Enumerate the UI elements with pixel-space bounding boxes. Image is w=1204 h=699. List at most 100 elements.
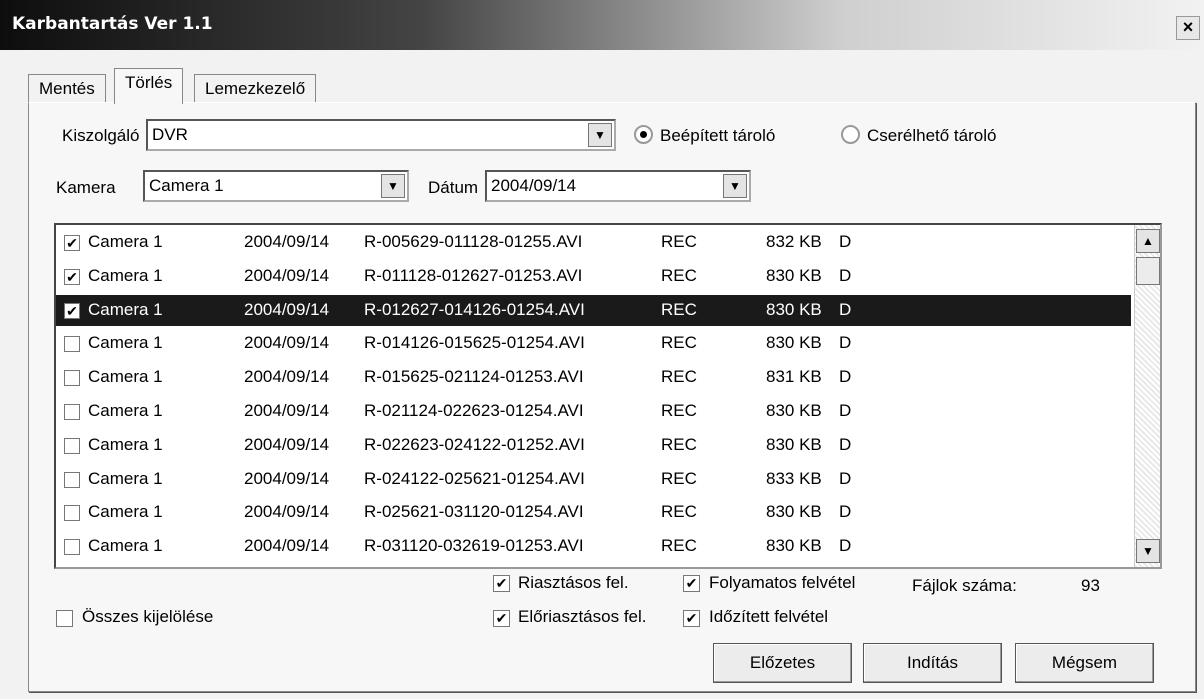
alarm-recording-checkbox[interactable]: ✔ <box>493 575 510 592</box>
chevron-down-icon[interactable]: ▼ <box>588 123 612 147</box>
cell-name: R-005629-011128-01255.AVI <box>364 232 583 251</box>
cell-flag: D <box>839 502 852 522</box>
row-checkbox[interactable] <box>64 437 80 454</box>
cell-name: R-024122-025621-01254.AVI <box>364 468 585 488</box>
scroll-up-arrow-icon[interactable]: ▲ <box>1136 229 1160 253</box>
cell-name: R-011128-012627-01253.AVI <box>364 265 583 285</box>
cell-size: 830 KB <box>766 333 822 353</box>
camera-label: Kamera <box>56 178 116 197</box>
cell-date: 2004/09/14 <box>244 468 330 488</box>
table-row[interactable]: Camera 1 2004/09/14 R-014126-015625-01254.… <box>56 328 1131 359</box>
file-count-value: 93 <box>1081 576 1100 595</box>
select-all-label[interactable]: Összes kijelölése <box>82 607 213 627</box>
row-checkbox[interactable] <box>64 539 80 556</box>
cell-size: 831 KB <box>766 367 822 387</box>
cell-size: 830 KB <box>766 502 822 522</box>
cell-type: REC <box>661 502 697 522</box>
builtin-storage-label[interactable]: Beépített tároló <box>660 126 775 146</box>
tab-torles[interactable]: Törlés <box>114 68 184 104</box>
start-button[interactable]: Indítás <box>863 643 1002 683</box>
camera-value: Camera 1 <box>149 176 224 195</box>
chevron-down-icon[interactable]: ▼ <box>723 174 747 198</box>
cell-type: REC <box>661 265 697 285</box>
cell-date: 2004/09/14 <box>244 536 330 556</box>
cell-camera: Camera 1 <box>88 333 163 353</box>
continuous-recording-label[interactable]: Folyamatos felvétel <box>709 573 855 593</box>
cell-date: 2004/09/14 <box>244 299 330 319</box>
row-checkbox[interactable] <box>64 505 80 522</box>
cell-type: REC <box>661 333 697 353</box>
cell-camera: Camera 1 <box>88 536 163 556</box>
cell-date: 2004/09/14 <box>244 367 330 387</box>
tab-lemezkezelo[interactable]: Lemezkezelő <box>194 74 317 103</box>
cell-name: R-031120-032619-01253.AVI <box>364 536 584 556</box>
builtin-storage-radio[interactable] <box>634 125 653 144</box>
row-checkbox[interactable]: ✔ <box>64 302 80 319</box>
title-bar[interactable]: Karbantartás Ver 1.1 × <box>0 0 1204 50</box>
server-select[interactable]: DVR ▼ <box>146 119 616 151</box>
table-row[interactable]: Camera 1 2004/09/14 R-031120-032619-01253.… <box>56 531 1131 562</box>
prealarm-recording-label[interactable]: Előriasztásos fel. <box>518 607 647 627</box>
row-checkbox[interactable] <box>64 471 80 488</box>
camera-select[interactable]: Camera 1 ▼ <box>143 170 409 202</box>
table-row[interactable]: Camera 1 2004/09/14 R-024122-025621-01254.… <box>56 464 1131 495</box>
date-label: Dátum <box>428 178 479 197</box>
select-all-checkbox[interactable] <box>56 610 73 627</box>
removable-storage-label[interactable]: Cserélhető tároló <box>867 126 996 146</box>
cell-date: 2004/09/14 <box>244 502 330 522</box>
cell-camera: Camera 1 <box>88 299 163 319</box>
cell-flag: D <box>839 367 852 387</box>
date-value: 2004/09/14 <box>491 176 577 195</box>
table-row[interactable]: Camera 1 2004/09/14 R-022623-024122-01252.… <box>56 430 1131 461</box>
date-select[interactable]: 2004/09/14 ▼ <box>485 170 751 202</box>
continuous-recording-checkbox[interactable]: ✔ <box>683 575 700 592</box>
row-checkbox[interactable]: ✔ <box>64 268 80 285</box>
table-row[interactable]: Camera 1 2004/09/14 R-025621-031120-01254.… <box>56 497 1131 528</box>
scroll-down-arrow-icon[interactable]: ▼ <box>1136 539 1160 563</box>
cell-name: R-015625-021124-01253.AVI <box>364 367 584 387</box>
cell-camera: Camera 1 <box>88 265 163 285</box>
scheduled-recording-label[interactable]: Időzített felvétel <box>709 607 828 627</box>
cell-name: R-025621-031120-01254.AVI <box>364 502 584 522</box>
table-row[interactable]: Camera 1 2004/09/14 R-021124-022623-01254.… <box>56 396 1131 427</box>
prealarm-recording-checkbox[interactable]: ✔ <box>493 610 510 627</box>
table-row[interactable]: Camera 1 2004/09/14 R-015625-021124-01253.… <box>56 362 1131 393</box>
server-label: Kiszolgáló <box>62 126 140 145</box>
cell-size: 830 KB <box>766 536 822 556</box>
cell-date: 2004/09/14 <box>244 265 330 285</box>
row-checkbox[interactable] <box>64 404 80 420</box>
window-title: Karbantartás Ver 1.1 <box>12 14 213 34</box>
row-checkbox[interactable] <box>64 336 80 353</box>
cell-size: 833 KB <box>766 468 822 488</box>
cell-flag: D <box>839 468 852 488</box>
alarm-recording-label[interactable]: Riasztásos fel. <box>518 573 629 593</box>
cell-flag: D <box>839 536 852 556</box>
preview-button[interactable]: Előzetes <box>713 643 852 683</box>
cell-flag: D <box>839 265 852 285</box>
cell-name: R-012627-014126-01254.AVI <box>364 299 585 319</box>
row-checkbox[interactable]: ✔ <box>64 235 80 251</box>
cell-camera: Camera 1 <box>88 502 163 522</box>
cell-camera: Camera 1 <box>88 367 163 387</box>
cell-camera: Camera 1 <box>88 434 163 454</box>
table-row[interactable]: ✔ Camera 1 2004/09/14 R-005629-011128-01255… <box>56 227 1131 258</box>
table-row[interactable]: ✔ Camera 1 2004/09/14 R-011128-012627-01253… <box>56 261 1131 292</box>
scrollbar-thumb[interactable] <box>1136 257 1160 285</box>
vertical-scrollbar[interactable]: ▲ ▼ <box>1134 225 1160 567</box>
cell-type: REC <box>661 232 697 251</box>
cell-flag: D <box>839 434 852 454</box>
maintenance-window: Karbantartás Ver 1.1 × Mentés Törlés Lem… <box>0 0 1204 699</box>
tab-mentes[interactable]: Mentés <box>28 74 106 103</box>
cancel-button[interactable]: Mégsem <box>1015 643 1154 683</box>
close-button[interactable]: × <box>1176 16 1200 40</box>
table-row[interactable]: ✔ Camera 1 2004/09/14 R-012627-014126-01254… <box>56 294 1131 326</box>
chevron-down-icon[interactable]: ▼ <box>381 174 405 198</box>
cell-name: R-014126-015625-01254.AVI <box>364 333 585 353</box>
file-list[interactable]: ✔ Camera 1 2004/09/14 R-005629-011128-01255… <box>54 223 1162 569</box>
cell-size: 830 KB <box>766 299 822 319</box>
removable-storage-radio[interactable] <box>841 125 860 144</box>
row-checkbox[interactable] <box>64 370 80 387</box>
cell-size: 830 KB <box>766 401 822 420</box>
cell-size: 832 KB <box>766 232 822 251</box>
scheduled-recording-checkbox[interactable]: ✔ <box>683 610 700 627</box>
